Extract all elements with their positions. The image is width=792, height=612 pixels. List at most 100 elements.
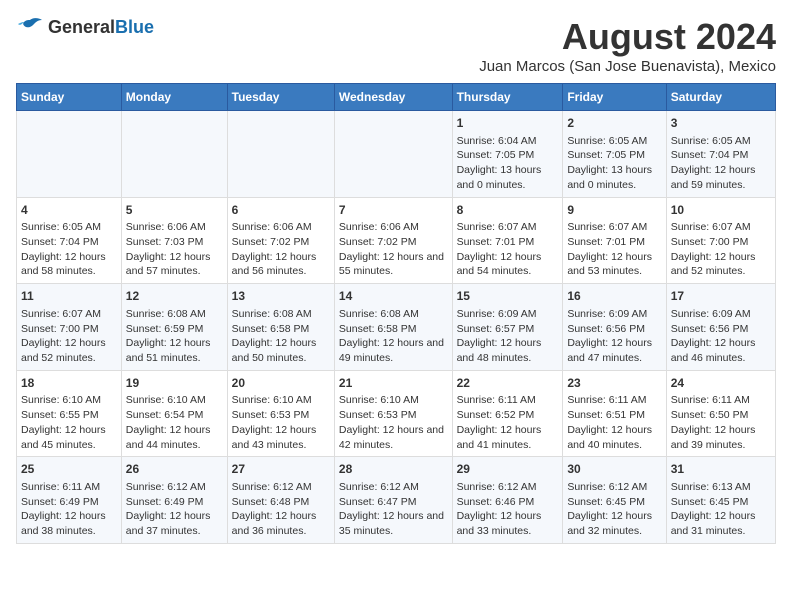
day-number: 17 — [671, 288, 771, 305]
cell-info: Sunrise: 6:10 AMSunset: 6:55 PMDaylight:… — [21, 393, 117, 452]
daylight-text: Daylight: 12 hours and 55 minutes. — [339, 251, 444, 278]
day-number: 19 — [126, 375, 223, 392]
calendar-cell: 21Sunrise: 6:10 AMSunset: 6:53 PMDayligh… — [334, 370, 452, 457]
cell-info: Sunrise: 6:11 AMSunset: 6:50 PMDaylight:… — [671, 393, 771, 452]
cell-info: Sunrise: 6:06 AMSunset: 7:02 PMDaylight:… — [232, 220, 330, 279]
calendar-cell: 9Sunrise: 6:07 AMSunset: 7:01 PMDaylight… — [563, 197, 666, 284]
daylight-text: Daylight: 12 hours and 42 minutes. — [339, 424, 444, 451]
cell-info: Sunrise: 6:07 AMSunset: 7:01 PMDaylight:… — [457, 220, 559, 279]
sunrise-text: Sunrise: 6:09 AM — [567, 308, 647, 320]
daylight-text: Daylight: 12 hours and 36 minutes. — [232, 510, 317, 537]
sunrise-text: Sunrise: 6:06 AM — [232, 221, 312, 233]
sunset-text: Sunset: 6:48 PM — [232, 496, 310, 508]
sunset-text: Sunset: 7:00 PM — [21, 323, 99, 335]
sunset-text: Sunset: 6:45 PM — [567, 496, 645, 508]
calendar-cell: 19Sunrise: 6:10 AMSunset: 6:54 PMDayligh… — [121, 370, 227, 457]
sunset-text: Sunset: 7:03 PM — [126, 236, 204, 248]
day-number: 30 — [567, 461, 661, 478]
sunrise-text: Sunrise: 6:08 AM — [126, 308, 206, 320]
calendar-cell: 16Sunrise: 6:09 AMSunset: 6:56 PMDayligh… — [563, 284, 666, 371]
sunrise-text: Sunrise: 6:06 AM — [339, 221, 419, 233]
day-number: 7 — [339, 202, 448, 219]
day-header-tuesday: Tuesday — [227, 84, 334, 111]
cell-info: Sunrise: 6:09 AM Sunset: 6:57 PM Daylight:… — [457, 307, 559, 366]
day-number: 20 — [232, 375, 330, 392]
sunset-text: Sunset: 7:04 PM — [671, 149, 749, 161]
sunrise-text: Sunrise: 6:10 AM — [232, 394, 312, 406]
sunset-text: Sunset: 7:01 PM — [457, 236, 535, 248]
logo-bird-icon — [16, 16, 44, 38]
day-number: 21 — [339, 375, 448, 392]
calendar-cell: 11Sunrise: 6:07 AMSunset: 7:00 PMDayligh… — [17, 284, 122, 371]
cell-info: Sunrise: 6:07 AMSunset: 7:00 PMDaylight:… — [21, 307, 117, 366]
calendar-cell: 15 Sunrise: 6:09 AM Sunset: 6:57 PM Dayligh… — [452, 284, 563, 371]
calendar-cell: 28Sunrise: 6:12 AMSunset: 6:47 PMDayligh… — [334, 457, 452, 544]
week-row-4: 18Sunrise: 6:10 AMSunset: 6:55 PMDayligh… — [17, 370, 776, 457]
sunrise-text: Sunrise: 6:12 AM — [339, 481, 419, 493]
sunrise-text: Sunrise: 6:07 AM — [671, 221, 751, 233]
day-number: 31 — [671, 461, 771, 478]
logo: GeneralBlue — [16, 16, 154, 38]
week-row-2: 4Sunrise: 6:05 AMSunset: 7:04 PMDaylight… — [17, 197, 776, 284]
day-number: 8 — [457, 202, 559, 219]
day-number: 12 — [126, 288, 223, 305]
daylight-text: Daylight: 12 hours and 40 minutes. — [567, 424, 652, 451]
daylight-text: Daylight: 13 hours and 0 minutes. — [457, 164, 542, 191]
daylight-text: Daylight: 12 hours and 59 minutes. — [671, 164, 756, 191]
calendar-cell: 14Sunrise: 6:08 AMSunset: 6:58 PMDayligh… — [334, 284, 452, 371]
cell-info: Sunrise: 6:12 AM Sunset: 6:45 PM Daylight:… — [567, 480, 661, 539]
sunset-text: Sunset: 6:56 PM — [671, 323, 749, 335]
calendar-cell: 2Sunrise: 6:05 AMSunset: 7:05 PMDaylight… — [563, 111, 666, 198]
sunset-text: Sunset: 6:49 PM — [21, 496, 99, 508]
sunset-text: Sunset: 6:52 PM — [457, 409, 535, 421]
cell-info: Sunrise: 6:08 AMSunset: 6:59 PMDaylight:… — [126, 307, 223, 366]
sunrise-text: Sunrise: 6:04 AM — [457, 135, 537, 147]
sunrise-text: Sunrise: 6:05 AM — [567, 135, 647, 147]
calendar-cell: 12 Sunrise: 6:08 AMSunset: 6:59 PMDayligh… — [121, 284, 227, 371]
sunrise-text: Sunrise: 6:07 AM — [21, 308, 101, 320]
sunrise-text: Sunrise: 6:11 AM — [567, 394, 646, 406]
cell-info: Sunrise: 6:10 AMSunset: 6:54 PMDaylight:… — [126, 393, 223, 452]
calendar-cell: 4Sunrise: 6:05 AMSunset: 7:04 PMDaylight… — [17, 197, 122, 284]
calendar-cell: 8Sunrise: 6:07 AMSunset: 7:01 PMDaylight… — [452, 197, 563, 284]
sunrise-text: Sunrise: 6:09 AM — [671, 308, 751, 320]
day-header-friday: Friday — [563, 84, 666, 111]
sunset-text: Sunset: 6:51 PM — [567, 409, 645, 421]
sunrise-text: Sunrise: 6:09 AM — [457, 308, 537, 320]
sunrise-text: Sunrise: 6:11 AM — [21, 481, 100, 493]
sunset-text: Sunset: 6:57 PM — [457, 323, 535, 335]
daylight-text: Daylight: 12 hours and 48 minutes. — [457, 337, 542, 364]
daylight-text: Daylight: 12 hours and 32 minutes. — [567, 510, 652, 537]
calendar-cell — [17, 111, 122, 198]
calendar-header-row: SundayMondayTuesdayWednesdayThursdayFrid… — [17, 84, 776, 111]
sunrise-text: Sunrise: 6:12 AM — [232, 481, 312, 493]
daylight-text: Daylight: 12 hours and 52 minutes. — [671, 251, 756, 278]
sunset-text: Sunset: 6:56 PM — [567, 323, 645, 335]
sunset-text: Sunset: 6:58 PM — [339, 323, 417, 335]
cell-info: Sunrise: 6:12 AM Sunset: 6:48 PM Daylight:… — [232, 480, 330, 539]
daylight-text: Daylight: 12 hours and 46 minutes. — [671, 337, 756, 364]
sunrise-text: Sunrise: 6:11 AM — [671, 394, 750, 406]
sunrise-text: Sunrise: 6:12 AM — [126, 481, 206, 493]
cell-info: Sunrise: 6:08 AMSunset: 6:58 PMDaylight:… — [232, 307, 330, 366]
day-header-saturday: Saturday — [666, 84, 775, 111]
title-area: August 2024 Juan Marcos (San Jose Buenav… — [479, 16, 776, 75]
day-number: 11 — [21, 288, 117, 305]
cell-info: Sunrise: 6:07 AMSunset: 7:01 PMDaylight:… — [567, 220, 661, 279]
cell-info: Sunrise: 6:06 AMSunset: 7:02 PMDaylight:… — [339, 220, 448, 279]
day-number: 6 — [232, 202, 330, 219]
cell-info: Sunrise: 6:04 AMSunset: 7:05 PMDaylight:… — [457, 134, 559, 193]
sunrise-text: Sunrise: 6:12 AM — [567, 481, 647, 493]
daylight-text: Daylight: 12 hours and 41 minutes. — [457, 424, 542, 451]
day-number: 15 — [457, 288, 559, 305]
calendar-cell: 20Sunrise: 6:10 AMSunset: 6:53 PMDayligh… — [227, 370, 334, 457]
sunset-text: Sunset: 6:53 PM — [232, 409, 310, 421]
cell-info: Sunrise: 6:05 AMSunset: 7:05 PMDaylight:… — [567, 134, 661, 193]
day-header-thursday: Thursday — [452, 84, 563, 111]
logo-general: General — [48, 17, 115, 37]
logo-text: GeneralBlue — [48, 17, 154, 38]
calendar-cell: 24Sunrise: 6:11 AMSunset: 6:50 PMDayligh… — [666, 370, 775, 457]
day-header-wednesday: Wednesday — [334, 84, 452, 111]
cell-info: Sunrise: 6:05 AMSunset: 7:04 PMDaylight:… — [671, 134, 771, 193]
daylight-text: Daylight: 12 hours and 50 minutes. — [232, 337, 317, 364]
